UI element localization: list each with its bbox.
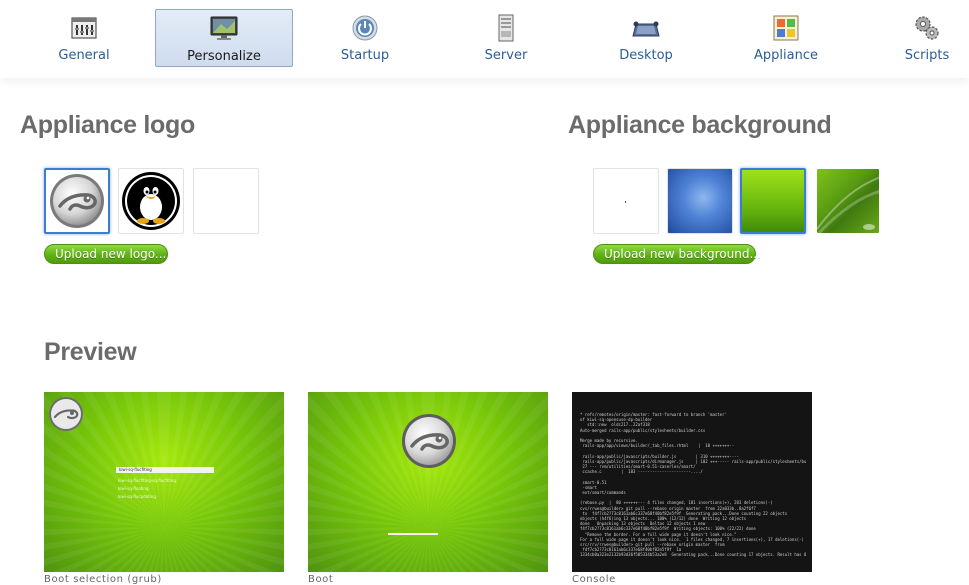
- tab-general[interactable]: General: [15, 9, 153, 67]
- appliance-background-heading: Appliance background: [568, 111, 832, 139]
- grub-menu-selected: kiwi-sq-flucfiting: [116, 467, 214, 473]
- tab-server[interactable]: Server: [437, 9, 575, 67]
- upload-logo-button[interactable]: Upload new logo...: [44, 244, 168, 264]
- opensuse-logo-icon: [50, 174, 104, 228]
- tab-general-label: General: [58, 48, 110, 63]
- tab-appliance-label: Appliance: [754, 48, 818, 63]
- opensuse-logo-icon: [402, 414, 456, 468]
- server-icon: [498, 14, 514, 42]
- tab-scripts[interactable]: Scripts: [858, 9, 969, 67]
- preview-console: * refs/remotes/origin/master: fast-forwa…: [572, 392, 812, 572]
- swoosh-graphic: [817, 176, 879, 233]
- grub-menu-item: kiwi-sq-floating: [118, 486, 149, 491]
- logo-option-tux[interactable]: [118, 168, 184, 234]
- logo-option-blank[interactable]: [193, 168, 259, 234]
- monitor-icon: [210, 16, 238, 40]
- background-option-blank[interactable]: [593, 168, 659, 234]
- grub-menu-item: kiwi-sq-flucfiting-sq-flucfiting: [118, 478, 176, 483]
- tab-personalize[interactable]: Personalize: [155, 9, 293, 67]
- background-option-blue[interactable]: [667, 168, 733, 234]
- preview-caption-boot: Boot: [308, 574, 334, 585]
- blank-background-dot: [625, 201, 626, 203]
- tab-startup-label: Startup: [340, 48, 390, 63]
- tab-appliance[interactable]: Appliance: [717, 9, 855, 67]
- main-tab-bar: General Personalize Startup Server Deskt…: [0, 0, 969, 78]
- boot-progress-bar: [388, 533, 438, 535]
- desktop-icon: [632, 21, 660, 37]
- tab-desktop-label: Desktop: [619, 48, 673, 63]
- appliance-icon: [773, 15, 799, 41]
- preview-boot: [308, 392, 548, 572]
- tab-desktop[interactable]: Desktop: [577, 9, 715, 67]
- opensuse-logo-icon: [49, 397, 83, 431]
- console-output: * refs/remotes/origin/master: fast-forwa…: [580, 412, 806, 558]
- tux-logo-icon: [122, 172, 180, 230]
- grub-menu-item: kiwi-sq-flucpdating: [118, 494, 156, 499]
- settings-panel-icon: [71, 17, 97, 39]
- preview-heading: Preview: [44, 338, 137, 366]
- power-icon: [352, 15, 378, 41]
- upload-background-button[interactable]: Upload new background...: [593, 244, 761, 264]
- gears-icon: [915, 16, 939, 40]
- tab-startup[interactable]: Startup: [296, 9, 434, 67]
- tab-personalize-label: Personalize: [187, 49, 261, 64]
- logo-option-opensuse[interactable]: [44, 168, 110, 234]
- tab-scripts-label: Scripts: [904, 48, 950, 63]
- background-option-green[interactable]: [740, 168, 806, 234]
- appliance-logo-heading: Appliance logo: [20, 111, 195, 139]
- tab-server-label: Server: [484, 48, 528, 63]
- preview-caption-console: Console: [572, 574, 616, 585]
- background-option-opensuse-green[interactable]: [816, 168, 880, 234]
- preview-caption-boot-selection: Boot selection (grub): [44, 574, 162, 585]
- preview-boot-selection: kiwi-sq-flucfiting kiwi-sq-flucfiting-sq…: [44, 392, 284, 572]
